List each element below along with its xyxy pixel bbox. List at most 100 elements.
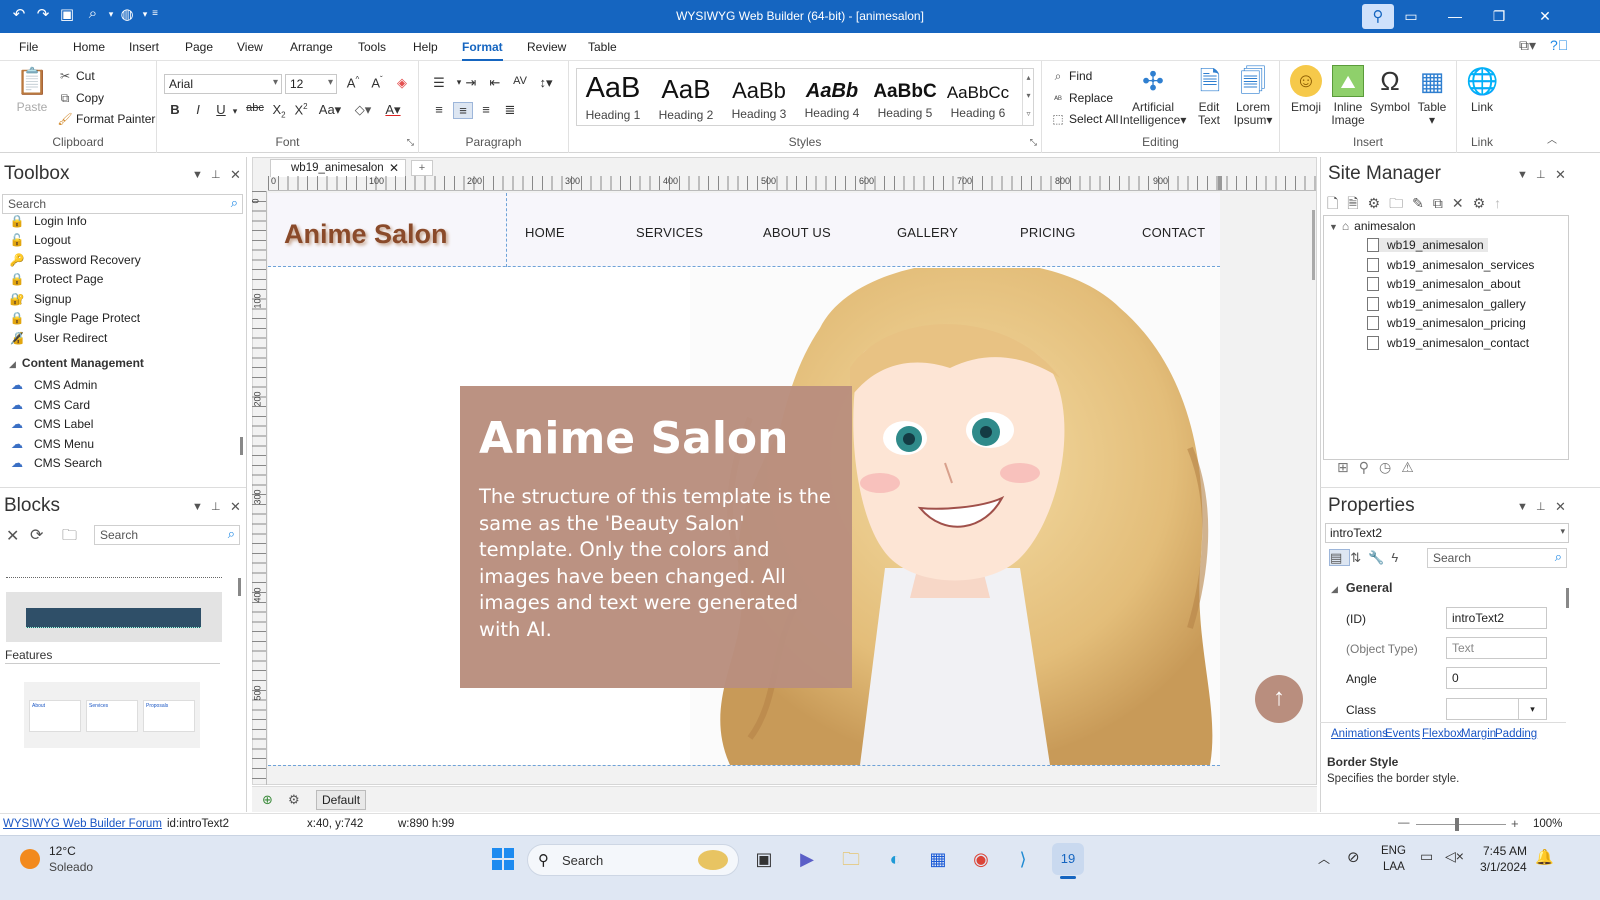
features-block-thumb[interactable]: About Services Proposals	[24, 682, 200, 748]
line-spacing-icon[interactable]: ↕▾	[536, 75, 556, 91]
zoom-slider[interactable]	[1416, 824, 1506, 825]
pin-icon[interactable]: ⊥	[1536, 500, 1546, 513]
folder-icon[interactable]: 🗀	[62, 525, 77, 550]
style-heading-4[interactable]: AaBb Heading 4	[796, 69, 868, 129]
tree-page[interactable]: wb19_animesalon_pricing	[1367, 316, 1526, 330]
clear-format-icon[interactable]: ◈	[392, 75, 412, 91]
intro-text[interactable]: The structure of this template is the sa…	[479, 484, 839, 644]
weather-desc[interactable]: Soleado	[49, 860, 93, 874]
link-button[interactable]: 🌐 Link	[1461, 65, 1503, 114]
close-panel-icon[interactable]: ✕	[1555, 167, 1566, 183]
menu-tools[interactable]: Tools	[358, 40, 386, 54]
align-right-icon[interactable]: ≡	[476, 102, 496, 117]
link-padding[interactable]: Padding	[1495, 728, 1537, 740]
tool-cms-label[interactable]: ☁ CMS Label	[8, 417, 93, 436]
general-section[interactable]: ◢ General	[1331, 581, 1392, 595]
sort-az-icon[interactable]: ⇅	[1350, 550, 1368, 565]
properties-scrollbar[interactable]	[1566, 588, 1569, 608]
nav-services[interactable]: SERVICES	[636, 225, 703, 240]
outdent-icon[interactable]: ⇤	[485, 75, 505, 91]
change-case-icon[interactable]: Aa▾	[317, 102, 343, 118]
chevron-down-icon[interactable]: ▾	[1518, 699, 1546, 719]
folder-icon[interactable]: 🗀	[1389, 195, 1412, 211]
close-panel-icon[interactable]: ✕	[230, 167, 241, 183]
clear-icon[interactable]: ✕	[6, 526, 19, 546]
intro-title[interactable]: Anime Salon	[479, 413, 788, 464]
wrench-icon[interactable]: 🔧	[1368, 550, 1391, 565]
strikethrough-icon[interactable]: abc	[245, 102, 265, 114]
duplicate-icon[interactable]: ⧉	[1433, 195, 1452, 211]
network-icon[interactable]: ⊘	[1347, 848, 1360, 866]
paste-button[interactable]: 📋 Paste	[14, 65, 50, 114]
font-dialog-icon[interactable]: ⤡	[407, 137, 414, 148]
tree-root[interactable]: ▼ ⌂ animesalon	[1329, 219, 1416, 233]
object-select[interactable]: introText2 ▾	[1325, 523, 1569, 543]
panel-menu-icon[interactable]: ▼	[192, 169, 203, 181]
nav-pricing[interactable]: PRICING	[1020, 225, 1076, 240]
replace-button[interactable]: ᴬᴮ Replace	[1050, 91, 1113, 105]
nav-home[interactable]: HOME	[525, 225, 565, 240]
wysiwyg-app-icon[interactable]: 19	[1052, 843, 1084, 875]
move-up-icon[interactable]: ↑	[1494, 195, 1510, 211]
tool-login-info[interactable]: 🔒 Login Info	[8, 215, 87, 233]
format-painter-button[interactable]: 🖌 Format Painter	[57, 112, 155, 126]
link-animations[interactable]: Animations	[1331, 728, 1388, 740]
display-icon[interactable]: ▭	[1420, 848, 1433, 865]
style-heading-5[interactable]: AaBbC Heading 5	[869, 69, 941, 129]
weather-temp[interactable]: 12°C	[49, 844, 76, 858]
emoji-button[interactable]: ☺ Emoji	[1286, 65, 1326, 114]
menu-arrange[interactable]: Arrange	[290, 40, 333, 54]
chrome-icon[interactable]: ◉	[965, 843, 997, 875]
site-logo[interactable]: Anime Salon	[284, 219, 448, 250]
nav-about-us[interactable]: ABOUT US	[763, 225, 831, 240]
warning-icon[interactable]: ⚠	[1401, 459, 1424, 475]
symbol-button[interactable]: Ω Symbol	[1370, 65, 1410, 114]
blocks-scrollbar[interactable]	[238, 578, 241, 596]
find-button[interactable]: ⌕ Find	[1050, 69, 1093, 84]
tool-cms-search[interactable]: ☁ CMS Search	[8, 456, 102, 475]
sitemap-icon[interactable]: ⊞	[1337, 459, 1359, 475]
nav-contact[interactable]: CONTACT	[1142, 225, 1205, 240]
tool-protect-page[interactable]: 🔒 Protect Page	[8, 272, 104, 291]
style-heading-1[interactable]: AaB Heading 1	[577, 69, 649, 129]
default-layout-button[interactable]: Default	[316, 790, 367, 810]
edit-icon[interactable]: ✎	[1412, 195, 1433, 211]
delete-icon[interactable]: ✕	[1452, 195, 1473, 211]
close-panel-icon[interactable]: ✕	[1555, 499, 1566, 515]
new-tab-button[interactable]: +	[411, 160, 433, 176]
edit-text-button[interactable]: 🗎 Edit Text	[1194, 65, 1224, 127]
document-tab[interactable]: wb19_animesalon ✕	[270, 159, 406, 177]
refresh-icon[interactable]: ⟳	[30, 525, 43, 545]
prop-id-input[interactable]: introText2	[1446, 607, 1547, 629]
vscode-icon[interactable]: ⟩	[1007, 843, 1039, 875]
language-code[interactable]: ENG	[1381, 845, 1406, 857]
font-size-select[interactable]: 12	[285, 74, 337, 94]
add-layer-icon[interactable]: ⊕	[262, 792, 273, 808]
help-icon[interactable]: ?⃝	[1550, 37, 1568, 53]
file-explorer-icon[interactable]: 🗀	[835, 843, 867, 875]
select-all-button[interactable]: ⬚ Select All	[1050, 112, 1118, 126]
align-center-icon[interactable]: ≡	[453, 102, 473, 119]
clock-date[interactable]: 3/1/2024	[1480, 860, 1527, 874]
tree-page[interactable]: wb19_animesalon_gallery	[1367, 297, 1526, 311]
block-thumb-top[interactable]	[6, 568, 222, 578]
copy-button[interactable]: ⧉ Copy	[57, 91, 104, 106]
teams-icon[interactable]: ▶	[791, 843, 823, 875]
toolbox-scrollbar[interactable]	[240, 437, 243, 455]
tool-logout[interactable]: 🔓 Logout	[8, 233, 71, 252]
tool-signup[interactable]: 🔐 Signup	[8, 292, 72, 311]
categorized-icon[interactable]: ▤	[1329, 549, 1351, 566]
close-button[interactable]: ✕	[1522, 0, 1568, 33]
prop-angle-input[interactable]: 0	[1446, 667, 1547, 689]
indent-icon[interactable]: ⇥	[461, 75, 481, 91]
ruler-marker[interactable]	[1218, 176, 1222, 190]
minimize-button[interactable]: —	[1432, 0, 1478, 33]
collapse-ribbon-icon[interactable]: ︿	[1547, 131, 1557, 146]
italic-icon[interactable]: I	[188, 102, 208, 117]
notification-bell-icon[interactable]: 🔔	[1535, 848, 1554, 866]
tool-cms-card[interactable]: ☁ CMS Card	[8, 398, 90, 417]
tree-page[interactable]: wb19_animesalon_services	[1367, 258, 1534, 272]
subscript-icon[interactable]: X2	[269, 102, 289, 120]
forum-link[interactable]: WYSIWYG Web Builder Forum	[3, 818, 162, 830]
link-flexbox[interactable]: Flexbox	[1422, 728, 1462, 740]
